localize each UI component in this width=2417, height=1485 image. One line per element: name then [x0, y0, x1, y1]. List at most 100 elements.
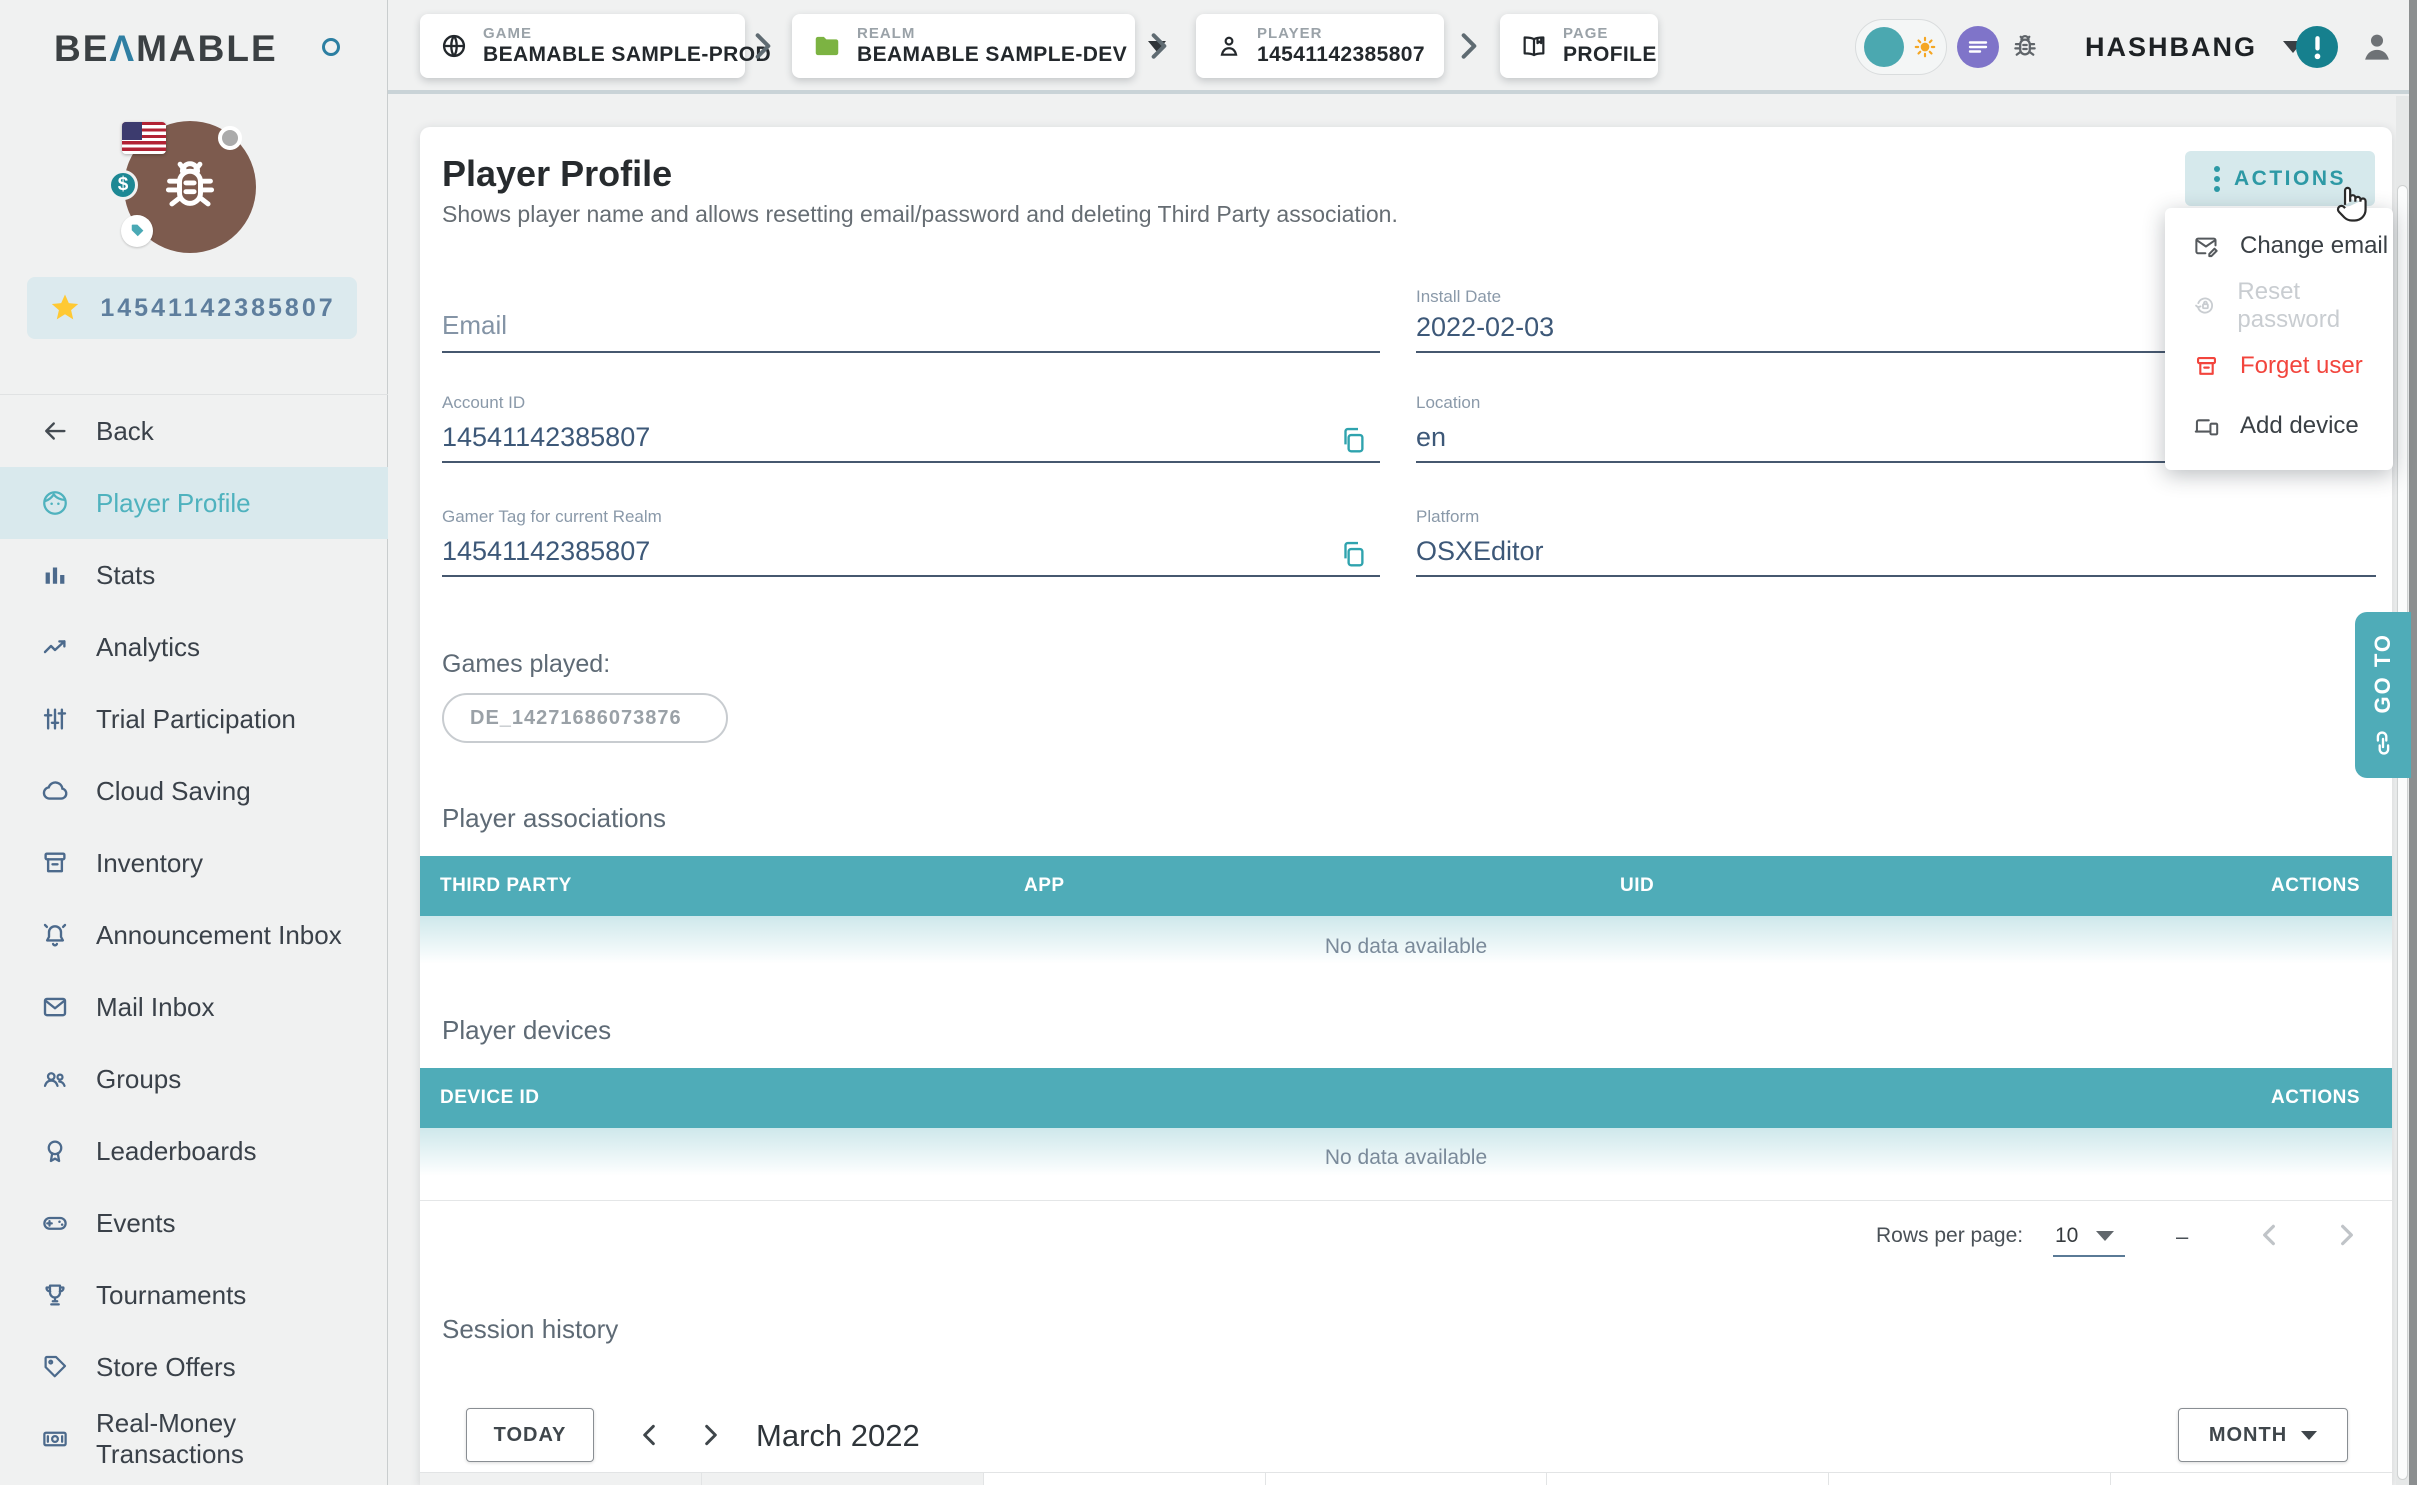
col-actions: ACTIONS: [2271, 1068, 2360, 1128]
col-app: APP: [1024, 856, 1065, 916]
gamer-tag-pill[interactable]: 14541142385807: [27, 277, 357, 339]
breadcrumb-player[interactable]: PLAYER14541142385807: [1196, 14, 1444, 78]
sidebar-item-inventory[interactable]: Inventory: [0, 827, 388, 899]
associations-table-header: THIRD PARTY APP UID ACTIONS: [420, 856, 2392, 916]
devices-table-header: DEVICE ID ACTIONS: [420, 1068, 2392, 1128]
theme-toggle[interactable]: [1855, 19, 1947, 75]
bug-avatar-icon: [155, 152, 225, 222]
associations-title: Player associations: [442, 803, 666, 834]
calendar-cell[interactable]: [1828, 1473, 2110, 1485]
sidebar-item-trial-participation[interactable]: Trial Participation: [0, 683, 388, 755]
globe-icon: [440, 32, 468, 60]
calendar-view-button[interactable]: MONTH: [2178, 1408, 2348, 1462]
chevron-right-icon: [1456, 30, 1482, 62]
currency-badge-icon: $: [108, 170, 138, 200]
sidebar-item-player-profile[interactable]: Player Profile: [0, 467, 388, 539]
breadcrumb-label: REALM: [857, 25, 1127, 42]
devices-empty-text: No data available: [420, 1146, 2392, 1170]
sidebar-item-analytics[interactable]: Analytics: [0, 611, 388, 683]
breadcrumb-realm[interactable]: REALMBEAMABLE SAMPLE-DEV: [792, 14, 1135, 78]
trend-line-icon: [40, 632, 70, 662]
trophy-icon: [40, 1280, 70, 1310]
email-field[interactable]: Email: [442, 287, 1380, 353]
player-profile-card: Player Profile Shows player name and all…: [420, 127, 2392, 1485]
copy-icon[interactable]: [1338, 539, 1368, 569]
breadcrumb-label: PLAYER: [1257, 25, 1425, 42]
breadcrumb-label: PAGE: [1563, 25, 1657, 42]
alert-icon: [2297, 27, 2337, 67]
docs-menu-button[interactable]: [1957, 26, 1999, 68]
install-date-label: Install Date: [1416, 287, 1501, 307]
page-subtitle: Shows player name and allows resetting e…: [442, 201, 1398, 228]
sidebar-item-store-offers[interactable]: Store Offers: [0, 1331, 388, 1403]
rows-per-page-label: Rows per page:: [1876, 1224, 2023, 1248]
connection-status-icon: [322, 38, 340, 56]
install-date-value: 2022-02-03: [1416, 312, 1554, 343]
col-third-party: THIRD PARTY: [440, 856, 572, 916]
devices-title: Player devices: [442, 1015, 611, 1046]
cloud-icon: [40, 776, 70, 806]
account-id-field[interactable]: Account ID 14541142385807: [442, 393, 1380, 463]
gamer-tag-field[interactable]: Gamer Tag for current Realm 145411423858…: [442, 507, 1380, 577]
select-underline: [2053, 1255, 2125, 1257]
sidebar-item-mail-inbox[interactable]: Mail Inbox: [0, 971, 388, 1043]
medal-icon: [40, 1136, 70, 1166]
rows-per-page-select[interactable]: 10: [2055, 1224, 2114, 1248]
envelope-icon: [40, 992, 70, 1022]
page-prev-button[interactable]: [2254, 1219, 2286, 1251]
goto-tab[interactable]: GO TO: [2355, 612, 2411, 778]
calendar-cell[interactable]: [701, 1473, 983, 1485]
calendar-cell[interactable]: [1265, 1473, 1547, 1485]
report-bug-button[interactable]: [2004, 26, 2046, 68]
associations-empty-text: No data available: [420, 935, 2392, 959]
calendar-next-icon[interactable]: [694, 1419, 726, 1451]
tag-badge-icon: [121, 215, 153, 247]
bug-icon: [2008, 30, 2042, 64]
sliders-icon: [40, 704, 70, 734]
platform-field[interactable]: Platform OSXEditor: [1416, 507, 2376, 577]
breadcrumb-page[interactable]: PAGEPROFILE: [1500, 14, 1658, 78]
today-button[interactable]: TODAY: [466, 1408, 594, 1462]
location-label: Location: [1416, 393, 1480, 413]
calendar-cell[interactable]: [420, 1473, 701, 1485]
star-icon: [48, 291, 82, 325]
sidebar-item-real-money-transactions[interactable]: Real-Money Transactions: [0, 1403, 388, 1475]
sidebar-item-announcement-inbox[interactable]: Announcement Inbox: [0, 899, 388, 971]
pagination-range: –: [2176, 1224, 2188, 1250]
org-dropdown[interactable]: HASHBANG: [2085, 0, 2303, 94]
sidebar-item-stats[interactable]: Stats: [0, 539, 388, 611]
menu-item-change-email[interactable]: Change email: [2165, 216, 2393, 276]
sidebar-item-leaderboards[interactable]: Leaderboards: [0, 1115, 388, 1187]
platform-label: Platform: [1416, 507, 1479, 527]
menu-item-forget-user[interactable]: Forget user: [2165, 336, 2393, 396]
location-value: en: [1416, 422, 1446, 453]
sidebar-item-events[interactable]: Events: [0, 1187, 388, 1259]
sidebar-item-groups[interactable]: Groups: [0, 1043, 388, 1115]
breadcrumb-value: PROFILE: [1563, 43, 1657, 67]
copy-icon[interactable]: [1338, 425, 1368, 455]
menu-item-add-device[interactable]: Add device: [2165, 396, 2393, 456]
calendar-cell[interactable]: [1546, 1473, 1828, 1485]
beamable-portal: BEΛMABLE $ 14541142385807 Bac: [0, 0, 2417, 1485]
games-played-chip: DE_14271686073876: [442, 693, 728, 743]
beamable-logo: BEΛMABLE: [54, 28, 278, 70]
alerts-button[interactable]: [2296, 26, 2338, 68]
sidebar-item-tournaments[interactable]: Tournaments: [0, 1259, 388, 1331]
page-next-button[interactable]: [2330, 1219, 2362, 1251]
sidebar-item-back[interactable]: Back: [0, 395, 388, 467]
link-icon: [2363, 723, 2403, 763]
breadcrumb-game[interactable]: GAMEBEAMABLE SAMPLE-PROD: [420, 14, 745, 78]
actions-button[interactable]: ACTIONS: [2185, 151, 2375, 206]
us-flag-icon: [122, 122, 166, 154]
sidebar-item-cloud-saving[interactable]: Cloud Saving: [0, 755, 388, 827]
calendar-prev-icon[interactable]: [634, 1419, 666, 1451]
account-button[interactable]: [2356, 26, 2398, 68]
calendar-cell[interactable]: [2110, 1473, 2392, 1485]
arrow-left-icon: [40, 416, 70, 446]
scrollbar-thumb[interactable]: [2397, 185, 2408, 1480]
calendar-cell[interactable]: [983, 1473, 1265, 1485]
gamer-tag-value: 14541142385807: [100, 294, 335, 323]
calendar-grid: [420, 1472, 2392, 1485]
chevron-down-icon: [2301, 1431, 2317, 1440]
theme-toggle-knob: [1864, 27, 1904, 67]
